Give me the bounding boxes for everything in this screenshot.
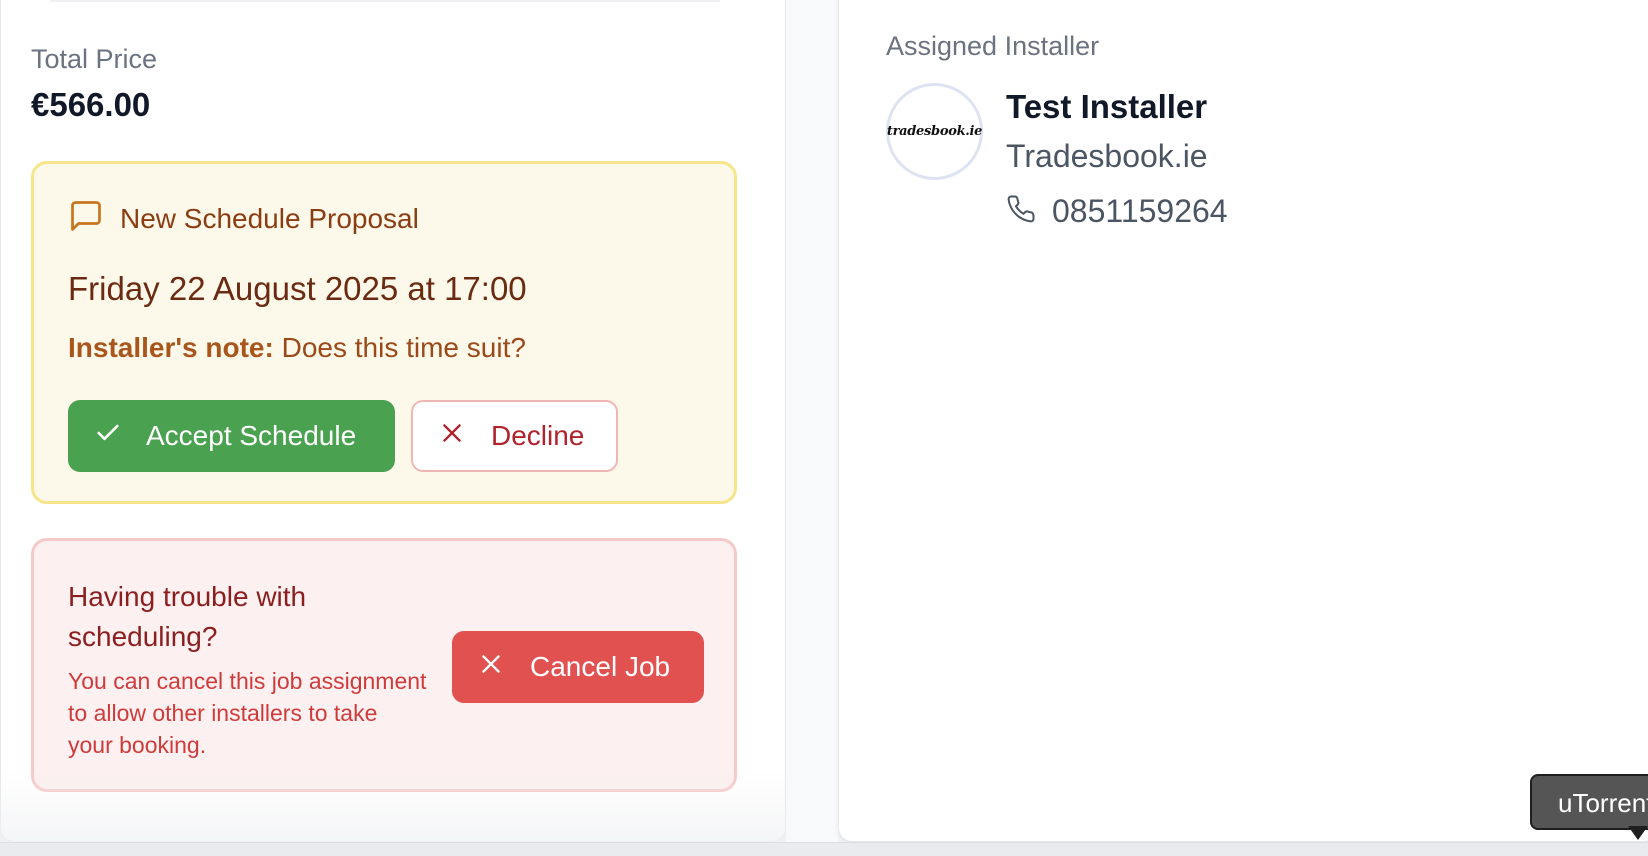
proposal-title: New Schedule Proposal xyxy=(120,202,419,234)
assigned-installer-label: Assigned Installer xyxy=(886,31,1100,61)
installer-note-text: Does this time suit? xyxy=(281,332,526,363)
tradesbook-logo: tradesbook.ie xyxy=(886,124,983,139)
x-icon xyxy=(478,651,504,684)
message-square-icon xyxy=(68,198,104,239)
cancel-job-panel: Having trouble with scheduling? You can … xyxy=(31,538,737,792)
layout-gutter xyxy=(786,0,838,856)
cancel-job-button[interactable]: Cancel Job xyxy=(452,631,704,703)
installer-note: Installer's note: Does this time suit? xyxy=(68,332,526,364)
cancel-panel-title: Having trouble with scheduling? xyxy=(68,581,307,652)
total-price-value: €566.00 xyxy=(31,86,151,123)
decline-label: Decline xyxy=(491,420,585,451)
tooltip-pointer xyxy=(1628,826,1648,840)
cancel-job-label: Cancel Job xyxy=(530,651,671,682)
phone-icon xyxy=(1006,194,1036,229)
installer-phone-number: 0851159264 xyxy=(1052,193,1228,229)
cancel-panel-description: You can cancel this job assignment to al… xyxy=(68,668,427,758)
decline-button[interactable]: Decline xyxy=(411,400,618,472)
x-icon xyxy=(439,420,465,453)
tooltip-text: uTorrent xyxy=(1558,788,1648,818)
proposal-datetime: Friday 22 August 2025 at 17:00 xyxy=(68,270,527,307)
installer-avatar: tradesbook.ie xyxy=(886,83,983,180)
accept-schedule-label: Accept Schedule xyxy=(146,420,357,451)
accept-schedule-button[interactable]: Accept Schedule xyxy=(68,400,395,472)
installer-company: Tradesbook.ie xyxy=(1006,138,1208,174)
bottom-edge xyxy=(0,842,1648,856)
proposal-header: New Schedule Proposal xyxy=(68,198,419,239)
check-icon xyxy=(94,419,122,454)
total-price-label: Total Price xyxy=(31,44,158,74)
utorrent-tooltip: uTorrent xyxy=(1530,774,1648,830)
section-divider xyxy=(50,0,720,2)
installer-phone-row[interactable]: 0851159264 xyxy=(1006,193,1228,230)
schedule-proposal-panel: New Schedule Proposal Friday 22 August 2… xyxy=(31,161,737,504)
installer-note-label: Installer's note: xyxy=(68,332,274,363)
installer-name: Test Installer xyxy=(1006,88,1208,125)
